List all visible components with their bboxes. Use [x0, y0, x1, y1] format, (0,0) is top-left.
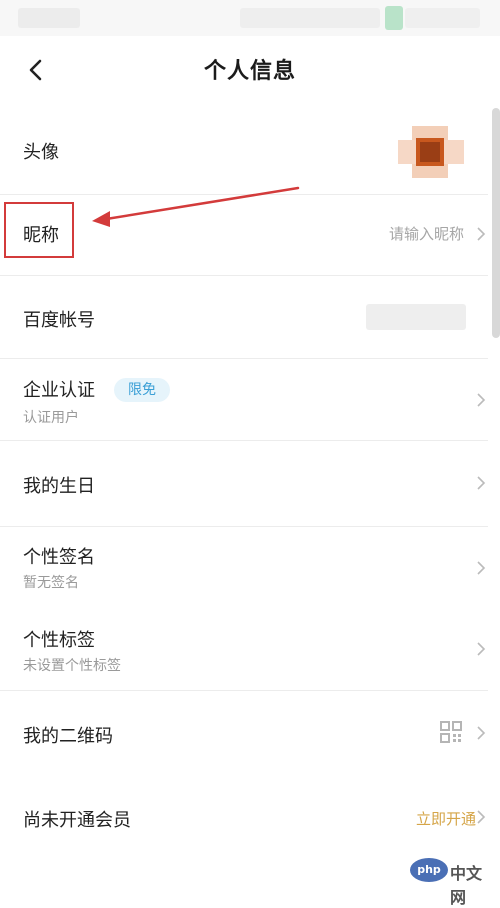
enterprise-cert-sub: 认证用户: [23, 410, 79, 426]
enterprise-cert-label: 企业认证: [23, 380, 95, 401]
watermark-logo: php 中文网: [410, 858, 492, 907]
limited-free-badge: 限免: [114, 378, 170, 402]
qrcode-row[interactable]: 我的二维码: [0, 691, 488, 776]
php-logo-icon: php: [410, 858, 448, 882]
chevron-right-icon: [477, 393, 486, 407]
chevron-right-icon: [477, 642, 486, 656]
baidu-account-label: 百度帐号: [23, 310, 95, 331]
tags-row[interactable]: 个性标签 未设置个性标签: [0, 610, 488, 690]
baidu-account-value-blurred: [366, 304, 466, 330]
qrcode-icon: [440, 721, 462, 743]
chevron-right-icon: [477, 561, 486, 575]
signature-sub: 暂无签名: [23, 575, 79, 591]
chevron-right-icon: [477, 726, 486, 740]
chevron-right-icon: [477, 476, 486, 490]
qrcode-label: 我的二维码: [23, 726, 113, 747]
tags-label: 个性标签: [23, 630, 95, 651]
birthday-label: 我的生日: [23, 476, 95, 497]
tags-sub: 未设置个性标签: [23, 658, 121, 674]
vip-activate-link[interactable]: 立即开通: [416, 808, 476, 829]
chevron-right-icon: [477, 810, 486, 824]
annotation-arrow-icon: [92, 186, 300, 227]
watermark-text: 中文网: [450, 864, 483, 907]
enterprise-cert-row[interactable]: 企业认证 认证用户: [0, 359, 488, 440]
signature-row[interactable]: 个性签名 暂无签名: [0, 527, 488, 610]
vip-label: 尚未开通会员: [23, 810, 131, 831]
vip-row[interactable]: 尚未开通会员: [0, 776, 488, 858]
birthday-row[interactable]: 我的生日: [0, 441, 488, 526]
signature-label: 个性签名: [23, 547, 95, 568]
